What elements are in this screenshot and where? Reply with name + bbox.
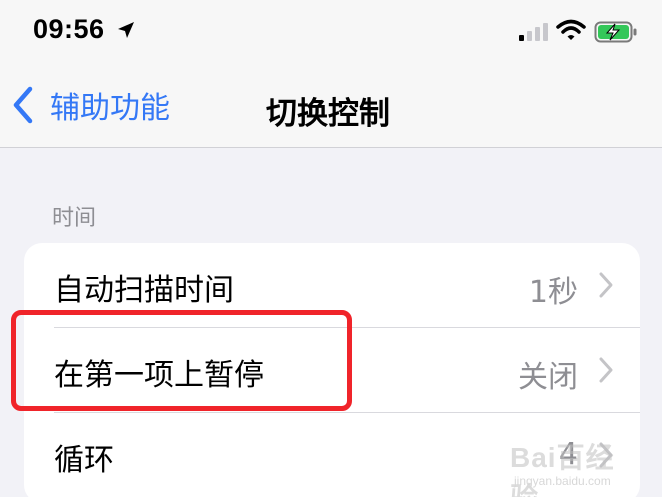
location-arrow-icon bbox=[118, 22, 134, 38]
chevron-left-icon bbox=[13, 86, 33, 124]
setting-label: 循环 bbox=[54, 443, 114, 478]
chevron-right-icon bbox=[599, 272, 613, 298]
back-button-label: 辅助功能 bbox=[50, 91, 170, 126]
battery-charging-icon bbox=[594, 21, 637, 43]
section-header-time: 时间 bbox=[52, 206, 97, 231]
watermark-url: jingyan.baidu.com bbox=[514, 474, 611, 488]
cellular-signal-icon bbox=[519, 23, 548, 41]
wifi-icon bbox=[556, 19, 586, 40]
setting-value: 1秒 bbox=[528, 275, 578, 310]
setting-label: 自动扫描时间 bbox=[54, 273, 234, 308]
setting-value: 关闭 bbox=[518, 360, 578, 395]
status-bar: 09:56 bbox=[0, 0, 662, 62]
baidu-watermark: Bai百经验 jingyan.baidu.com bbox=[510, 436, 640, 497]
chevron-right-icon bbox=[599, 357, 613, 383]
status-time: 09:56 bbox=[33, 14, 105, 44]
navigation-bar: 辅助功能 切换控制 bbox=[0, 62, 662, 148]
highlight-annotation bbox=[11, 310, 352, 411]
page-title: 切换控制 bbox=[266, 96, 390, 132]
back-button[interactable]: 辅助功能 bbox=[10, 82, 170, 128]
